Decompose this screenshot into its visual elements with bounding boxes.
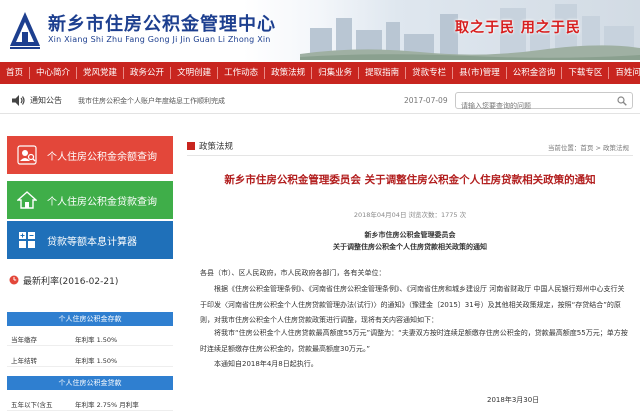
- balance-query-button[interactable]: 个人住房公积金余额查询: [7, 136, 173, 174]
- section-tab[interactable]: 政策法规: [187, 140, 233, 152]
- search-input[interactable]: [456, 98, 606, 114]
- nav-faq[interactable]: 百姓问题: [609, 67, 640, 79]
- speaker-icon: [12, 95, 25, 106]
- paragraph-adjustment: 将我市“住房公积金个人住房贷款最高额度55万元”调整为：“夫妻双方按时连续足额缴…: [200, 329, 628, 353]
- site-subtitle: Xin Xiang Shi Zhu Fang Gong Ji Jin Guan …: [48, 35, 271, 44]
- table-row: 当年缴存 年利率 1.50%: [7, 330, 173, 346]
- notice-link[interactable]: 我市住房公积金个人账户年度结息工作顺利完成: [78, 96, 225, 106]
- notice-label: 通知公告: [30, 96, 62, 105]
- nav-loans[interactable]: 贷款专栏: [406, 67, 454, 79]
- logo-icon[interactable]: [8, 10, 42, 50]
- nav-downloads[interactable]: 下载专区: [562, 67, 610, 79]
- clock-icon: [9, 275, 19, 285]
- nav-about[interactable]: 中心简介: [30, 67, 78, 79]
- nav-withdrawal[interactable]: 提取指南: [359, 67, 407, 79]
- document-subject: 关于调整住房公积金个人住房贷款相关政策的通知: [333, 243, 487, 251]
- content-header: 政策法规 当前位置：首页 > 政策法规: [187, 138, 633, 156]
- paragraph-basis: 根据《住房公积金管理条例》、《河南省住房公积金管理条例》、《河南省住房和城乡建设…: [200, 285, 625, 324]
- breadcrumb[interactable]: 当前位置：首页 > 政策法规: [548, 142, 629, 152]
- loan-query-button[interactable]: 个人住房公积金贷款查询: [7, 181, 173, 219]
- slogan: 取之于民 用之于民: [455, 20, 581, 36]
- nav-party[interactable]: 党风党建: [77, 67, 125, 79]
- nav-news[interactable]: 工作动态: [218, 67, 266, 79]
- nav-consult[interactable]: 公积金咨询: [507, 67, 563, 79]
- nav-home[interactable]: 首页: [0, 67, 31, 79]
- loan-calculator-button[interactable]: 贷款等额本息计算器: [7, 221, 173, 259]
- search-box: [455, 92, 633, 114]
- signature-date: 2018年3月30日: [487, 396, 540, 404]
- rates-header: 最新利率(2016-02-21): [7, 272, 173, 288]
- search-icon[interactable]: [617, 96, 627, 106]
- table-row: 上年结转 年利率 1.50%: [7, 351, 173, 367]
- nav-civilization[interactable]: 文明创建: [171, 67, 219, 79]
- deposit-rate-header: 个人住房公积金存款: [7, 312, 173, 326]
- nav-public-affairs[interactable]: 政务公开: [124, 67, 172, 79]
- person-query-icon: [17, 145, 37, 165]
- paragraph-salutation: 各县（市）、区人民政府，市人民政府各部门，各有关单位：: [200, 269, 386, 277]
- rate-value: 年利率 2.75% 月利率: [75, 401, 139, 409]
- calculator-icon: [19, 232, 35, 248]
- rate-key: 五年以下(含五: [11, 401, 53, 409]
- table-row: 五年以下(含五 年利率 2.75% 月利率: [7, 395, 173, 411]
- rate-value: 年利率 1.50%: [75, 357, 118, 365]
- main-nav: 首页 中心简介 党风党建 政务公开 文明创建 工作动态 政策法规 归集业务 提取…: [0, 62, 640, 84]
- nav-policy[interactable]: 政策法规: [265, 67, 313, 79]
- paragraph-effective: 本通知自2018年4月8日起执行。: [214, 360, 318, 368]
- loan-calculator-label: 贷款等额本息计算器: [47, 236, 137, 248]
- rate-key: 上年结转: [11, 357, 37, 365]
- rate-value: 年利率 1.50%: [75, 336, 118, 344]
- balance-query-label: 个人住房公积金余额查询: [47, 151, 157, 163]
- site-title: 新乡市住房公积金管理中心: [48, 14, 276, 35]
- loan-rate-header: 个人住房公积金贷款: [7, 376, 173, 390]
- house-loan-icon: [17, 191, 37, 209]
- nav-collection[interactable]: 归集业务: [312, 67, 360, 79]
- article-title: 新乡市住房公积金管理委员会 关于调整住房公积金个人住房贷款相关政策的通知: [224, 174, 596, 186]
- site-header: 新乡市住房公积金管理中心 Xin Xiang Shi Zhu Fang Gong…: [0, 0, 640, 60]
- notice-date: 2017-07-09: [404, 96, 448, 105]
- rates-title: 最新利率(2016-02-21): [23, 277, 119, 287]
- article-meta: 2018年04月04日 浏览次数：1775 次: [353, 211, 467, 219]
- nav-county[interactable]: 县(市)管理: [453, 67, 507, 79]
- document-issuer: 新乡市住房公积金管理委员会: [364, 231, 456, 239]
- rate-key: 当年缴存: [11, 336, 37, 344]
- loan-query-label: 个人住房公积金贷款查询: [47, 196, 157, 208]
